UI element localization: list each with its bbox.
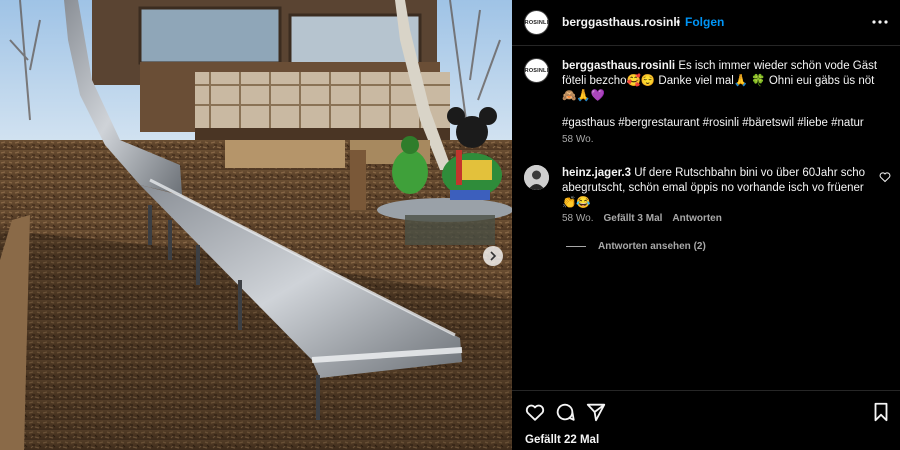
comment-timestamp: 58 Wo. xyxy=(562,213,594,224)
comment-icon[interactable] xyxy=(554,401,576,423)
comment: heinz.jager.3 Uf dere Rutschbahn bini vo… xyxy=(562,166,874,211)
view-replies-label: Antworten ansehen (2) xyxy=(598,241,706,252)
post-likes-count[interactable]: Gefällt 22 Mal xyxy=(525,434,599,446)
caption-avatar-logo: ROSINLI xyxy=(524,67,549,74)
next-photo-button[interactable] xyxy=(483,246,503,266)
person-photo-icon xyxy=(524,165,549,190)
account-username[interactable]: berggasthaus.rosinli xyxy=(562,15,680,29)
post-header: ROSINLI berggasthaus.rosinli • Folgen xyxy=(512,0,900,46)
follow-button[interactable]: Folgen xyxy=(685,15,724,29)
comment-meta: 58 Wo. Gefällt 3 Mal Antworten xyxy=(562,213,722,224)
avatar-logo: ROSINLI xyxy=(524,19,549,26)
comment-username[interactable]: heinz.jager.3 xyxy=(562,167,631,179)
view-replies-button[interactable]: Antworten ansehen (2) xyxy=(566,241,706,252)
post-side-panel: ROSINLI berggasthaus.rosinli • Folgen RO… xyxy=(512,0,900,450)
reply-button[interactable]: Antworten xyxy=(672,213,721,224)
caption-username[interactable]: berggasthaus.rosinli xyxy=(562,60,675,72)
commenter-avatar[interactable] xyxy=(524,165,549,190)
heart-icon[interactable] xyxy=(524,401,546,423)
photo-image xyxy=(0,0,512,450)
post-caption: berggasthaus.rosinli Es isch immer wiede… xyxy=(562,59,884,104)
bookmark-icon[interactable] xyxy=(870,401,892,423)
comment-heart-icon[interactable] xyxy=(879,171,891,183)
caption-hashtags[interactable]: #gasthaus #bergrestaurant #rosinli #bäre… xyxy=(562,116,884,131)
caption-timestamp: 58 Wo. xyxy=(562,134,594,145)
replies-divider xyxy=(566,246,586,247)
account-avatar[interactable]: ROSINLI xyxy=(524,10,549,35)
comment-likes[interactable]: Gefällt 3 Mal xyxy=(604,213,663,224)
share-icon[interactable] xyxy=(585,401,607,423)
chevron-right-icon xyxy=(490,251,497,261)
separator-dot: • xyxy=(676,15,681,29)
post-photo[interactable] xyxy=(0,0,512,450)
caption-avatar[interactable]: ROSINLI xyxy=(524,58,549,83)
post-actions-bar: Gefällt 22 Mal xyxy=(512,390,900,450)
more-options-icon[interactable] xyxy=(870,14,890,30)
